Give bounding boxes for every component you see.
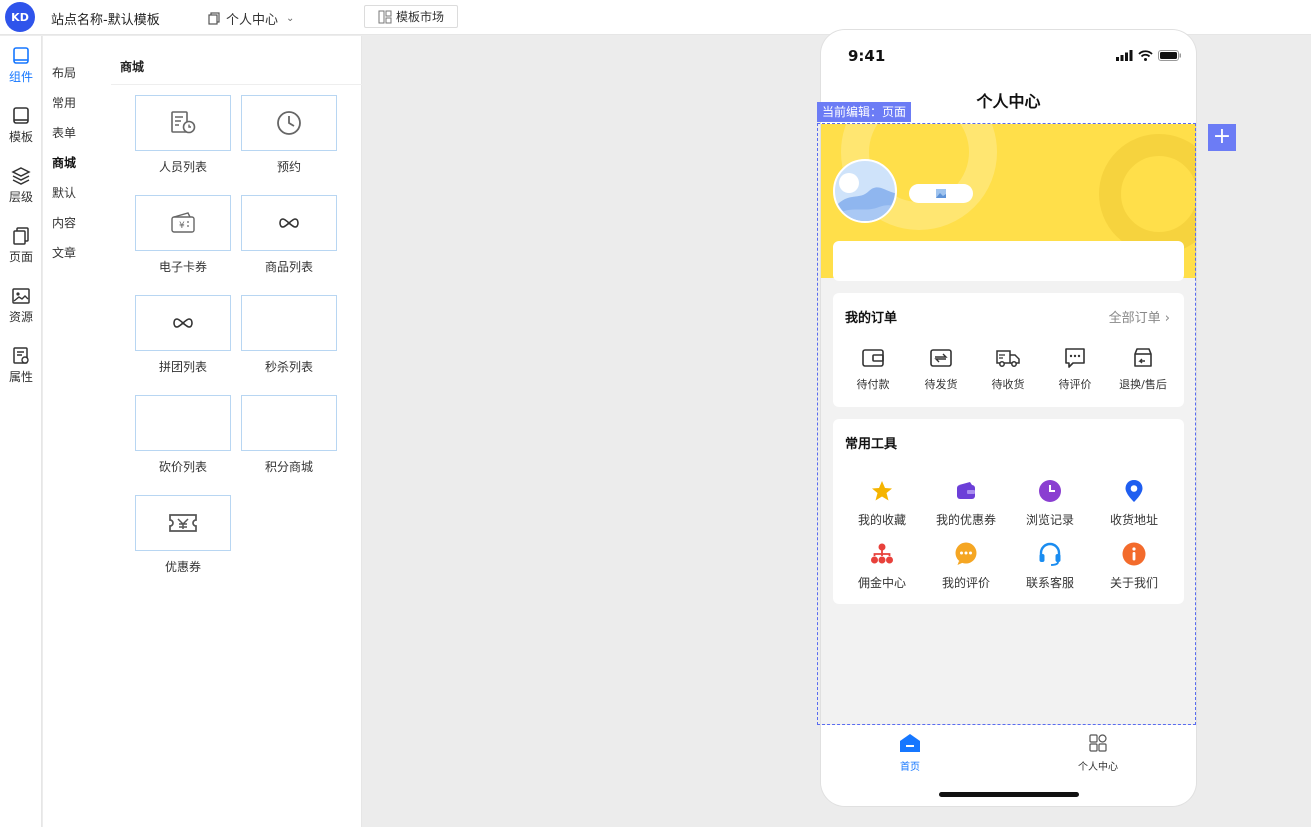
- component-label: 砍价列表: [158, 460, 207, 474]
- svg-text:¥: ¥: [179, 221, 185, 231]
- category-list: 布局 常用 表单 商城 默认 内容 文章: [43, 36, 111, 827]
- infinity-icon: [279, 218, 299, 228]
- component-label: 电子卡券: [158, 260, 207, 274]
- category-layout[interactable]: 布局: [52, 64, 76, 81]
- rail-item-label: 组件: [8, 70, 33, 84]
- component-bargain-list[interactable]: 砍价列表: [135, 395, 231, 475]
- infinity-icon: [173, 318, 193, 328]
- app-logo[interactable]: KD: [5, 2, 35, 32]
- category-article[interactable]: 文章: [52, 244, 76, 261]
- tab-label: 首页: [900, 762, 920, 773]
- settings-doc-icon: [13, 347, 29, 364]
- component-person-list[interactable]: 人员列表: [135, 95, 231, 175]
- grid-icon: [1089, 734, 1107, 752]
- component-coupon[interactable]: 优惠券: [135, 495, 231, 575]
- wallet-icon: ¥: [171, 212, 195, 233]
- tab-profile[interactable]: 个人中心: [1058, 733, 1138, 773]
- category-default[interactable]: 默认: [52, 184, 76, 201]
- clock-icon: [277, 111, 301, 135]
- component-label: 积分商城: [264, 460, 313, 474]
- wifi-icon: [1138, 50, 1153, 61]
- rail-item-properties[interactable]: 属性: [0, 346, 42, 396]
- component-label: 人员列表: [158, 160, 207, 174]
- home-icon: [900, 734, 920, 752]
- site-title: 站点名称-默认模板: [51, 13, 160, 28]
- rail-item-label: 层级: [8, 190, 33, 204]
- current-edit-tag: 当前编辑：页面: [817, 102, 912, 122]
- component-tile: [241, 295, 337, 351]
- component-label: 优惠券: [164, 560, 201, 574]
- status-time: 9:41: [848, 47, 886, 65]
- tab-home[interactable]: 首页: [870, 733, 950, 773]
- rail-item-label: 资源: [8, 310, 33, 324]
- component-e-voucher[interactable]: ¥ 电子卡券: [135, 195, 231, 275]
- home-indicator: [939, 792, 1079, 797]
- component-tile: [135, 95, 231, 151]
- rail-item-pages[interactable]: 页面: [0, 226, 42, 276]
- rail-item-label: 页面: [8, 250, 33, 264]
- page-selector[interactable]: 个人中心 ⌄: [208, 9, 294, 28]
- component-appointment[interactable]: 预约: [241, 95, 337, 175]
- component-panel: 商城 人员列表 预约 ¥ 电子卡券 商品列表 拼团列表 秒杀列表 砍价列表 积分…: [111, 36, 362, 827]
- layers-icon: [11, 167, 31, 185]
- template-market-label: 模板市场: [395, 10, 444, 24]
- image-icon: [12, 288, 30, 304]
- component-tile: [135, 495, 231, 551]
- rail-item-label: 属性: [8, 370, 33, 384]
- rail-item-components[interactable]: 组件: [0, 46, 42, 96]
- template-market-button[interactable]: 模板市场: [364, 5, 458, 28]
- status-bar: 9:41: [821, 30, 1196, 80]
- template-icon: [13, 107, 29, 124]
- component-label: 拼团列表: [158, 360, 207, 374]
- category-form[interactable]: 表单: [52, 124, 76, 141]
- add-component-button[interactable]: +: [1208, 124, 1236, 151]
- rail-item-label: 模板: [8, 130, 33, 144]
- grid-layout-icon: [378, 10, 392, 23]
- page-icon: [208, 12, 220, 25]
- component-tile: [135, 295, 231, 351]
- book-icon: [13, 47, 29, 64]
- category-content[interactable]: 内容: [52, 214, 76, 231]
- component-flash-sale-list[interactable]: 秒杀列表: [241, 295, 337, 375]
- category-common[interactable]: 常用: [52, 94, 76, 111]
- component-tile: [241, 95, 337, 151]
- rail-item-templates[interactable]: 模板: [0, 106, 42, 156]
- panel-header: 商城: [111, 36, 362, 85]
- tab-label: 个人中心: [1078, 762, 1118, 773]
- component-tile: [135, 395, 231, 451]
- component-tile: [241, 395, 337, 451]
- battery-icon: [1158, 50, 1181, 61]
- status-icons: [1116, 50, 1182, 61]
- chevron-down-icon: ⌄: [286, 13, 295, 24]
- edit-selection-frame[interactable]: [817, 123, 1196, 725]
- rail-item-layers[interactable]: 层级: [0, 166, 42, 216]
- pages-icon: [13, 227, 29, 245]
- rail-item-resources[interactable]: 资源: [0, 286, 42, 336]
- component-product-list[interactable]: 商品列表: [241, 195, 337, 275]
- component-label: 秒杀列表: [264, 360, 313, 374]
- component-label: 预约: [276, 160, 301, 174]
- left-rail: 组件 模板 层级 页面 资源 属性: [0, 36, 42, 827]
- person-list-icon: [171, 111, 196, 134]
- component-label: 商品列表: [264, 260, 313, 274]
- signal-icon: [1116, 50, 1133, 61]
- component-points-mall[interactable]: 积分商城: [241, 395, 337, 475]
- panel-title: 商城: [120, 60, 145, 74]
- page-selector-label: 个人中心: [226, 13, 279, 28]
- component-tile: [241, 195, 337, 251]
- coupon-icon: [169, 514, 197, 532]
- component-tile: ¥: [135, 195, 231, 251]
- category-mall[interactable]: 商城: [52, 154, 76, 171]
- component-group-buy-list[interactable]: 拼团列表: [135, 295, 231, 375]
